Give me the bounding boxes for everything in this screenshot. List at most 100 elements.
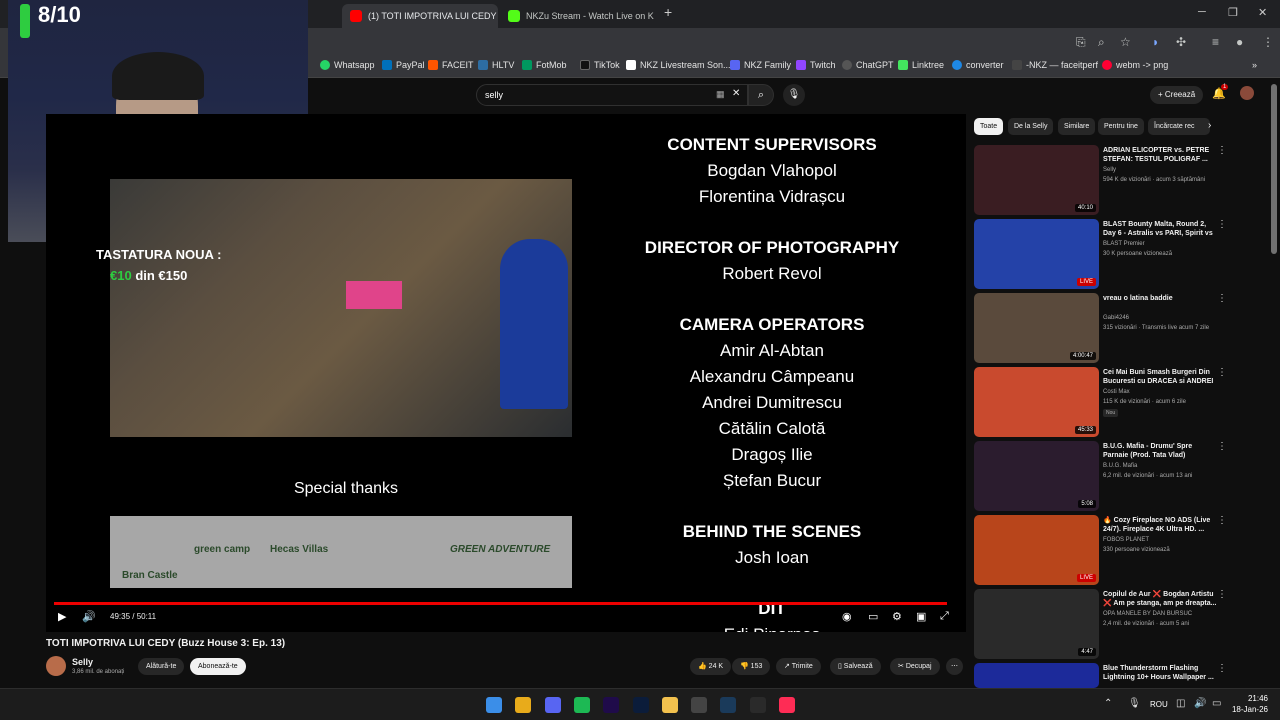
chip-all[interactable]: Toate — [974, 118, 1004, 135]
page-scrollbar[interactable] — [1271, 84, 1277, 254]
dislike-button[interactable]: 👎 153 — [732, 658, 771, 675]
window-close-icon[interactable]: ✕ — [1258, 6, 1267, 19]
bookmark-webm-png[interactable]: webm -> png — [1102, 60, 1168, 70]
keyboard-icon[interactable]: ▦ — [716, 89, 725, 100]
chip-for-you[interactable]: Pentru tine — [1098, 118, 1144, 135]
bookmark-fotmob[interactable]: FotMob — [522, 60, 567, 70]
recommended-video[interactable]: 5:08 B.U.G. Mafia - Drumu' Spre Parnaie (… — [974, 441, 1259, 511]
more-options-icon[interactable]: ⋮ — [1217, 145, 1227, 156]
volume-icon[interactable]: 🔊 — [82, 610, 96, 623]
recommended-video[interactable]: Blue Thunderstorm Flashing Lightning 10+… — [974, 663, 1259, 688]
recommended-video[interactable]: 4:00:47 vreau o latina baddie Gabi4246 315 … — [974, 293, 1259, 363]
bookmark-hltv[interactable]: HLTV — [478, 60, 514, 70]
chip-related[interactable]: Similare — [1058, 118, 1096, 135]
video-thumbnail[interactable]: LIVE — [974, 515, 1099, 585]
photoshop-icon[interactable] — [632, 697, 649, 713]
recommended-video[interactable]: LIVE BLAST Bounty Malta, Round 2, Day 6 -… — [974, 219, 1259, 289]
extension-icon[interactable]: ◗ — [1152, 35, 1159, 49]
chrome-icon[interactable] — [515, 697, 532, 713]
video-thumbnail[interactable]: 4:47 — [974, 589, 1099, 659]
new-tab-button[interactable]: + — [664, 4, 672, 20]
bookmark-chatgpt[interactable]: ChatGPT — [842, 60, 894, 70]
video-thumbnail[interactable]: 45:33 — [974, 367, 1099, 437]
join-button[interactable]: Alătură-te — [138, 658, 185, 675]
progress-bar[interactable] — [54, 602, 948, 605]
clock[interactable]: 21:46 18-Jan-26 — [1232, 693, 1268, 715]
fullscreen-icon[interactable]: ⤢ — [940, 610, 949, 623]
chip-recently-uploaded[interactable]: Încărcate rec — [1148, 118, 1210, 135]
windows-start-icon[interactable] — [486, 697, 502, 713]
minimize-icon[interactable]: ─ — [1198, 6, 1206, 18]
steam-icon[interactable] — [720, 697, 737, 713]
bookmark-linktree[interactable]: Linktree — [898, 60, 944, 70]
restore-icon[interactable]: ❐ — [1228, 6, 1238, 19]
tab-kick[interactable]: NKZu Stream - Watch Live on K ✕ — [500, 4, 656, 28]
video-thumbnail[interactable]: 4:00:47 — [974, 293, 1099, 363]
tab-search-icon[interactable]: ≡ — [1212, 35, 1219, 49]
video-player[interactable]: TASTATURA NOUA : €10 din €150 Special th… — [46, 114, 966, 632]
search-input[interactable]: selly — [476, 84, 748, 106]
more-options-icon[interactable]: ⋮ — [1217, 219, 1227, 230]
zoom-icon[interactable]: ⌕ — [1098, 35, 1105, 50]
microphone-tray-icon[interactable]: 🎙 — [1128, 698, 1141, 709]
recommended-video[interactable]: LIVE 🔥 Cozy Fireplace NO ADS (Live 24/7).… — [974, 515, 1259, 585]
more-options-icon[interactable]: ⋮ — [1217, 589, 1227, 600]
discord-icon[interactable] — [544, 697, 561, 713]
tray-expand-icon[interactable]: ⌃ — [1104, 698, 1112, 709]
video-thumbnail[interactable]: 40:10 — [974, 145, 1099, 215]
recommended-channel[interactable]: Costi Max — [1103, 389, 1130, 395]
bookmark-tiktok[interactable]: TikTok — [580, 60, 620, 70]
bookmark-nkz-family[interactable]: NKZ Family — [730, 60, 791, 70]
bookmark-twitch[interactable]: Twitch — [796, 60, 836, 70]
more-options-icon[interactable]: ⋮ — [1217, 293, 1227, 304]
voice-search-button[interactable]: 🎙 — [783, 84, 805, 106]
subscribe-button[interactable]: Abonează-te — [190, 658, 246, 675]
tab-youtube[interactable]: (1) TOTI IMPOTRIVA LUI CEDY ( ✕ — [342, 4, 498, 28]
bookmark-star-icon[interactable]: ☆ — [1120, 35, 1131, 49]
more-options-icon[interactable]: ⋮ — [1217, 515, 1227, 526]
autoplay-toggle-icon[interactable]: ◉ — [842, 610, 852, 623]
recommended-video[interactable]: 4:47 Copilul de Aur ❌ Bogdan Artistu ❌ Am… — [974, 589, 1259, 659]
bookmark-faceitperf[interactable]: -NKZ — faceitperf — [1012, 60, 1098, 70]
clip-button[interactable]: ✂ Decupaj — [890, 658, 940, 675]
premiere-icon[interactable] — [603, 697, 620, 713]
more-options-icon[interactable]: ⋮ — [1217, 663, 1227, 674]
bookmark-nkz-livestream[interactable]: NKZ Livestream Son... — [626, 60, 731, 70]
recommended-channel[interactable]: Selly — [1103, 167, 1116, 173]
subtitles-icon[interactable]: ▭ — [868, 610, 878, 623]
faceit-icon[interactable] — [749, 697, 766, 713]
bookmark-whatsapp[interactable]: Whatsapp — [320, 60, 375, 70]
recommended-video[interactable]: 45:33 Cei Mai Buni Smash Burgeri Din Bucu… — [974, 367, 1259, 437]
battery-icon[interactable]: ▭ — [1212, 698, 1221, 709]
recommended-title[interactable]: ADRIAN ELICOPTER vs. PETRE STEFAN: TESTU… — [1103, 146, 1217, 164]
network-icon[interactable]: ◫ — [1176, 698, 1185, 709]
volume-tray-icon[interactable]: 🔊 — [1194, 698, 1206, 709]
like-button[interactable]: 👍 24 K — [690, 658, 732, 675]
spotify-icon[interactable] — [573, 697, 590, 713]
settings-gear-icon[interactable]: ⚙ — [892, 610, 902, 623]
recommended-title[interactable]: Copilul de Aur ❌ Bogdan Artistu ❌ Am pe … — [1103, 590, 1217, 608]
recommended-title[interactable]: Cei Mai Buni Smash Burgeri Din Bucuresti… — [1103, 368, 1217, 386]
recommended-channel[interactable]: B.U.G. Mafia — [1103, 463, 1137, 469]
account-avatar[interactable] — [1240, 86, 1254, 100]
obs-icon[interactable] — [691, 697, 708, 713]
channel-avatar[interactable] — [46, 656, 66, 676]
file-explorer-icon[interactable] — [661, 697, 678, 713]
recommended-channel[interactable]: Gabi4246 — [1103, 315, 1129, 321]
recommended-title[interactable]: Blue Thunderstorm Flashing Lightning 10+… — [1103, 664, 1217, 682]
play-icon[interactable]: ▶ — [58, 610, 66, 623]
create-button[interactable]: + Creează — [1150, 86, 1204, 104]
chevron-right-icon[interactable]: › — [1208, 120, 1211, 131]
recommended-channel[interactable]: OPA MANELE BY DAN BURSUC — [1103, 611, 1192, 617]
more-options-icon[interactable]: ⋮ — [1217, 441, 1227, 452]
recommended-video[interactable]: 40:10 ADRIAN ELICOPTER vs. PETRE STEFAN: … — [974, 145, 1259, 215]
recommended-channel[interactable]: FOBOS PLANET — [1103, 537, 1149, 543]
extensions-puzzle-icon[interactable]: ✣ — [1176, 35, 1186, 49]
profile-avatar-icon[interactable]: ● — [1236, 35, 1243, 49]
video-thumbnail[interactable]: LIVE — [974, 219, 1099, 289]
bookmarks-overflow-icon[interactable]: » — [1252, 60, 1257, 70]
save-button[interactable]: ▯ Salvează — [830, 658, 881, 675]
more-options-icon[interactable]: ⋮ — [1217, 367, 1227, 378]
video-thumbnail[interactable]: 5:08 — [974, 441, 1099, 511]
recommended-title[interactable]: vreau o latina baddie — [1103, 294, 1217, 312]
